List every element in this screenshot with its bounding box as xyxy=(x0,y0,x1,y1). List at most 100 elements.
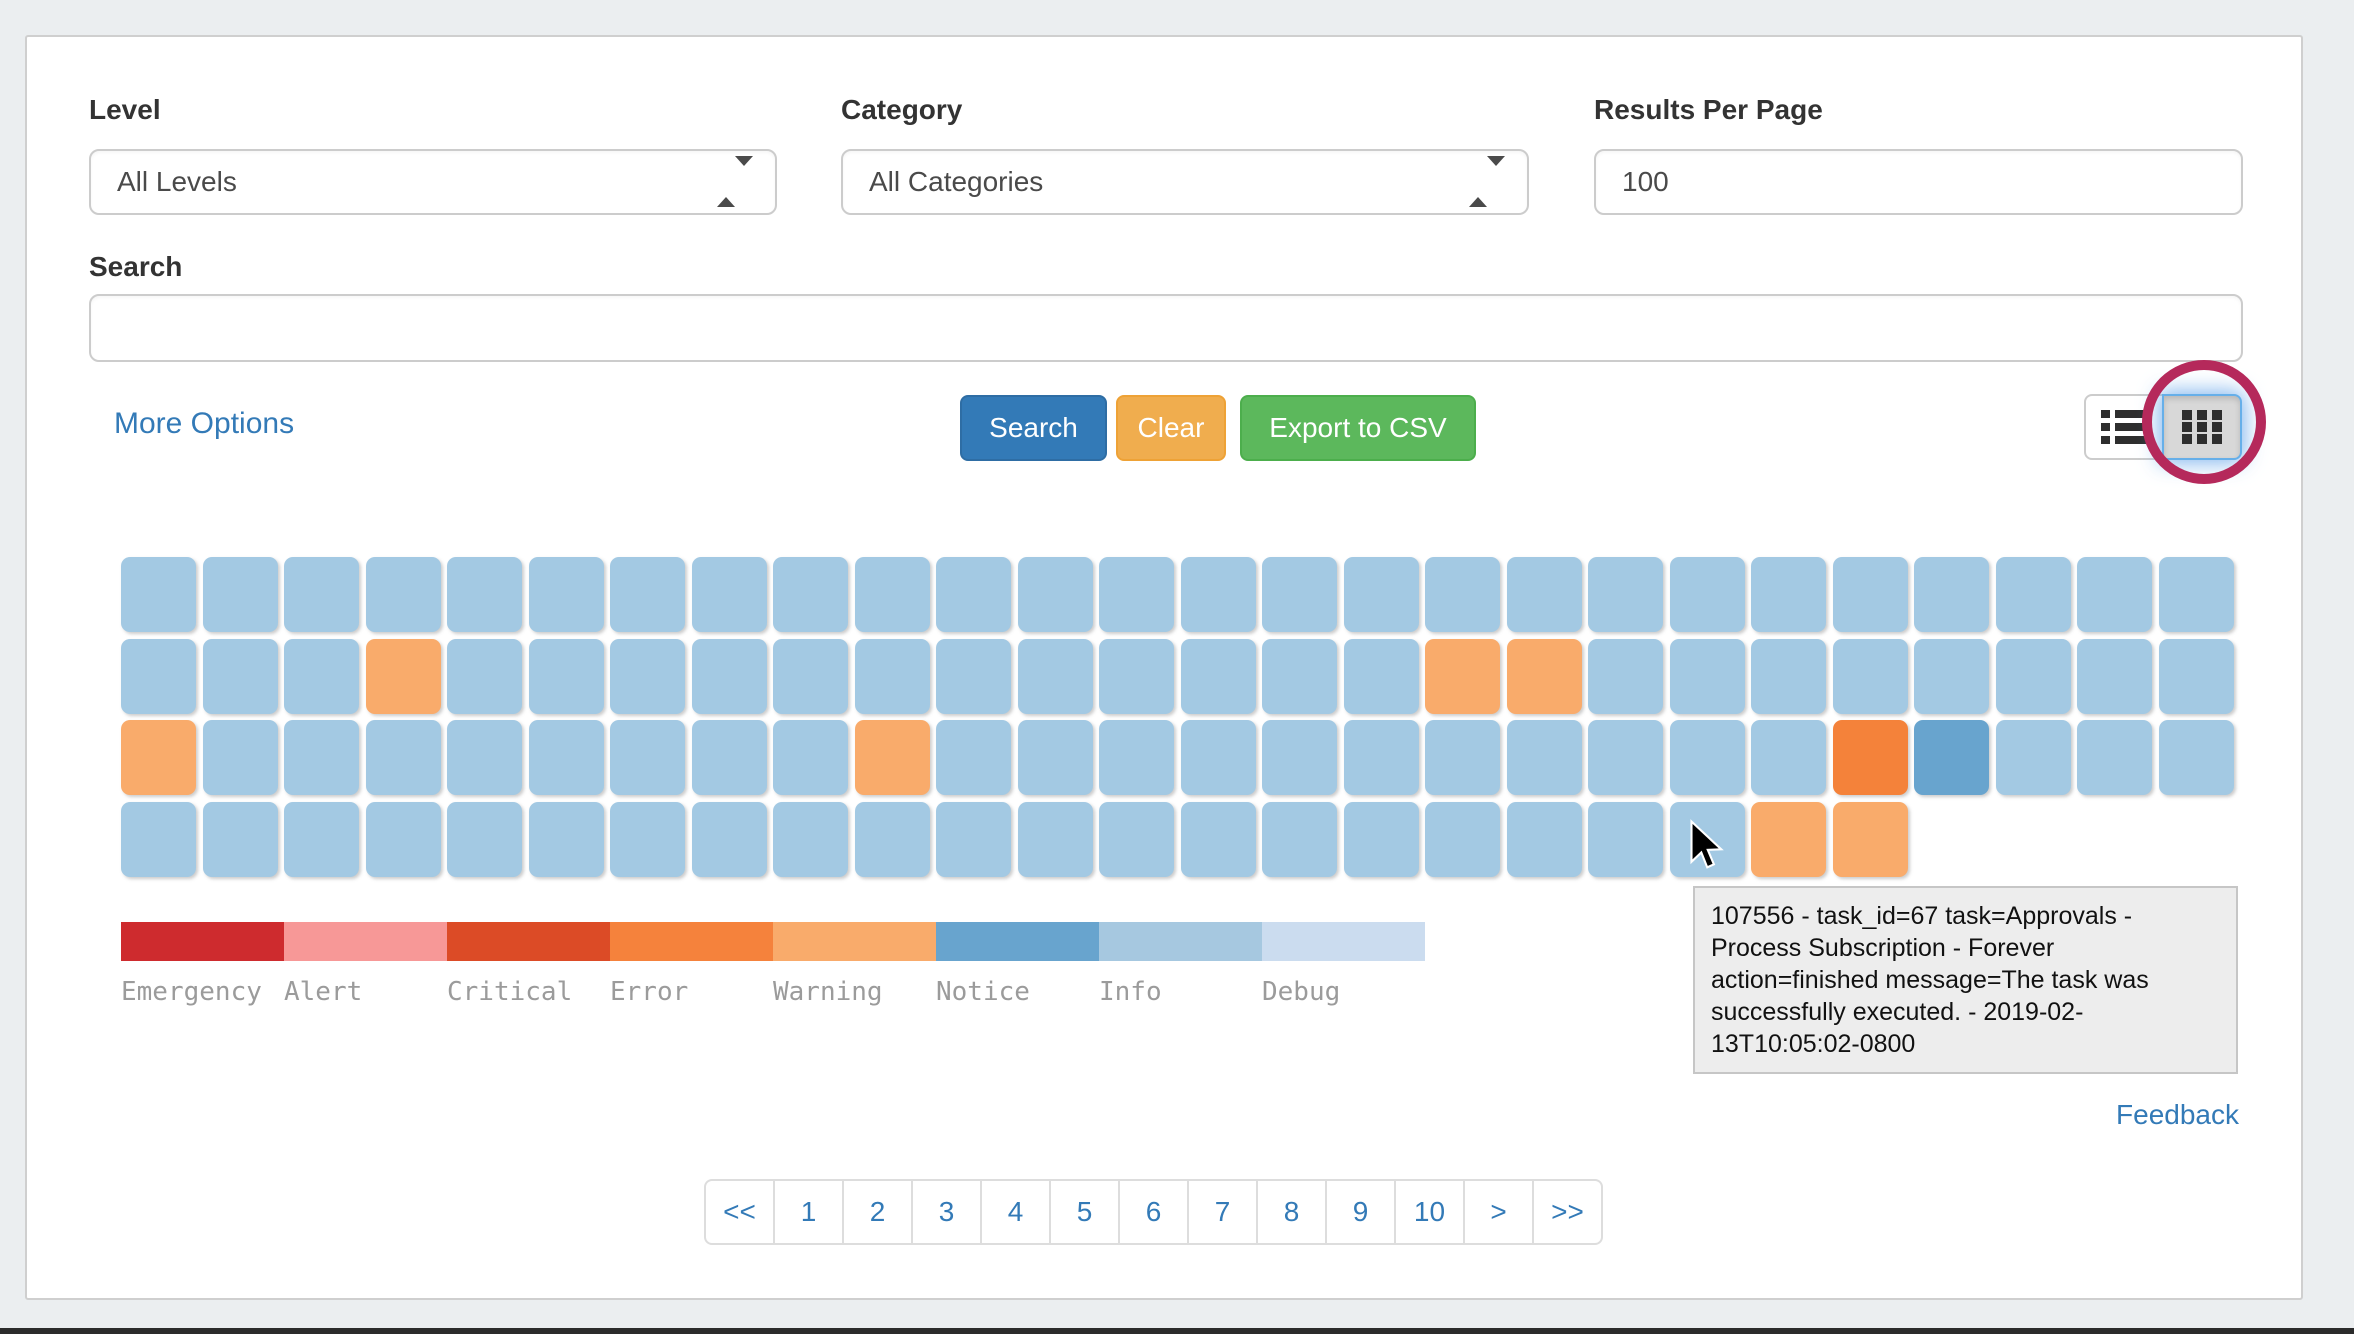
log-tile-r1-c24[interactable] xyxy=(1996,557,2071,632)
log-tile-r1-c3[interactable] xyxy=(284,557,359,632)
log-tile-r1-c22[interactable] xyxy=(1833,557,1908,632)
log-tile-r1-c13[interactable] xyxy=(1099,557,1174,632)
log-tile-r3-c15[interactable] xyxy=(1262,720,1337,795)
log-tile-r4-c1[interactable] xyxy=(121,802,196,877)
log-tile-r1-c6[interactable] xyxy=(529,557,604,632)
log-tile-r2-c8[interactable] xyxy=(692,639,767,714)
log-tile-r1-c9[interactable] xyxy=(773,557,848,632)
log-tile-r1-c2[interactable] xyxy=(203,557,278,632)
page-button-4[interactable]: 4 xyxy=(980,1179,1051,1245)
log-tile-r4-c2[interactable] xyxy=(203,802,278,877)
log-tile-r1-c12[interactable] xyxy=(1018,557,1093,632)
category-select[interactable]: All Categories xyxy=(841,149,1529,215)
page-button-6[interactable]: 6 xyxy=(1118,1179,1189,1245)
log-tile-r1-c8[interactable] xyxy=(692,557,767,632)
log-tile-r3-c3[interactable] xyxy=(284,720,359,795)
log-tile-r3-c21[interactable] xyxy=(1751,720,1826,795)
more-options-link[interactable]: More Options xyxy=(114,407,294,441)
log-tile-r1-c11[interactable] xyxy=(936,557,1011,632)
log-tile-r1-c10[interactable] xyxy=(855,557,930,632)
page-button-last[interactable]: >> xyxy=(1532,1179,1603,1245)
log-tile-r3-c12[interactable] xyxy=(1018,720,1093,795)
log-tile-r1-c21[interactable] xyxy=(1751,557,1826,632)
log-tile-r3-c19[interactable] xyxy=(1588,720,1663,795)
log-tile-r1-c26[interactable] xyxy=(2159,557,2234,632)
page-button-next[interactable]: > xyxy=(1463,1179,1534,1245)
log-tile-r2-c10[interactable] xyxy=(855,639,930,714)
log-tile-r2-c2[interactable] xyxy=(203,639,278,714)
log-tile-r2-c16[interactable] xyxy=(1344,639,1419,714)
log-tile-r3-c7[interactable] xyxy=(610,720,685,795)
log-tile-r2-c9[interactable] xyxy=(773,639,848,714)
log-tile-r4-c6[interactable] xyxy=(529,802,604,877)
log-tile-r4-c13[interactable] xyxy=(1099,802,1174,877)
log-tile-r1-c14[interactable] xyxy=(1181,557,1256,632)
log-tile-r2-c19[interactable] xyxy=(1588,639,1663,714)
page-button-8[interactable]: 8 xyxy=(1256,1179,1327,1245)
log-tile-r3-c5[interactable] xyxy=(447,720,522,795)
log-tile-r3-c9[interactable] xyxy=(773,720,848,795)
log-tile-r1-c25[interactable] xyxy=(2077,557,2152,632)
log-tile-r3-c11[interactable] xyxy=(936,720,1011,795)
clear-button[interactable]: Clear xyxy=(1116,395,1226,461)
results-per-page-input[interactable] xyxy=(1594,149,2243,215)
log-tile-r4-c4[interactable] xyxy=(366,802,441,877)
log-tile-r2-c11[interactable] xyxy=(936,639,1011,714)
page-button-9[interactable]: 9 xyxy=(1325,1179,1396,1245)
feedback-link[interactable]: Feedback xyxy=(2116,1099,2239,1131)
log-tile-r1-c18[interactable] xyxy=(1507,557,1582,632)
log-tile-r1-c16[interactable] xyxy=(1344,557,1419,632)
log-tile-r2-c3[interactable] xyxy=(284,639,359,714)
log-tile-r3-c18[interactable] xyxy=(1507,720,1582,795)
log-tile-r3-c10[interactable] xyxy=(855,720,930,795)
log-tile-r2-c17[interactable] xyxy=(1425,639,1500,714)
log-tile-r3-c1[interactable] xyxy=(121,720,196,795)
log-tile-r1-c1[interactable] xyxy=(121,557,196,632)
log-tile-r2-c13[interactable] xyxy=(1099,639,1174,714)
page-button-3[interactable]: 3 xyxy=(911,1179,982,1245)
log-tile-r2-c14[interactable] xyxy=(1181,639,1256,714)
log-tile-r4-c16[interactable] xyxy=(1344,802,1419,877)
log-tile-r2-c12[interactable] xyxy=(1018,639,1093,714)
log-tile-r4-c9[interactable] xyxy=(773,802,848,877)
log-tile-r4-c17[interactable] xyxy=(1425,802,1500,877)
log-tile-r2-c5[interactable] xyxy=(447,639,522,714)
log-tile-r3-c24[interactable] xyxy=(1996,720,2071,795)
search-button[interactable]: Search xyxy=(960,395,1107,461)
page-button-2[interactable]: 2 xyxy=(842,1179,913,1245)
log-tile-r2-c26[interactable] xyxy=(2159,639,2234,714)
search-input[interactable] xyxy=(89,294,2243,362)
log-tile-r4-c15[interactable] xyxy=(1262,802,1337,877)
page-button-5[interactable]: 5 xyxy=(1049,1179,1120,1245)
log-tile-r3-c16[interactable] xyxy=(1344,720,1419,795)
log-tile-r1-c19[interactable] xyxy=(1588,557,1663,632)
log-tile-r4-c14[interactable] xyxy=(1181,802,1256,877)
log-tile-r3-c6[interactable] xyxy=(529,720,604,795)
log-tile-r3-c17[interactable] xyxy=(1425,720,1500,795)
log-tile-r2-c18[interactable] xyxy=(1507,639,1582,714)
log-tile-r4-c5[interactable] xyxy=(447,802,522,877)
log-tile-r4-c10[interactable] xyxy=(855,802,930,877)
log-tile-r1-c4[interactable] xyxy=(366,557,441,632)
page-button-7[interactable]: 7 xyxy=(1187,1179,1258,1245)
log-tile-r3-c8[interactable] xyxy=(692,720,767,795)
log-tile-r3-c25[interactable] xyxy=(2077,720,2152,795)
log-tile-r1-c5[interactable] xyxy=(447,557,522,632)
export-csv-button[interactable]: Export to CSV xyxy=(1240,395,1476,461)
log-tile-r3-c26[interactable] xyxy=(2159,720,2234,795)
page-button-10[interactable]: 10 xyxy=(1394,1179,1465,1245)
log-tile-r2-c7[interactable] xyxy=(610,639,685,714)
log-tile-r2-c21[interactable] xyxy=(1751,639,1826,714)
log-tile-r2-c23[interactable] xyxy=(1914,639,1989,714)
log-tile-r3-c23[interactable] xyxy=(1914,720,1989,795)
page-button-first[interactable]: << xyxy=(704,1179,775,1245)
log-tile-r3-c4[interactable] xyxy=(366,720,441,795)
log-tile-r2-c20[interactable] xyxy=(1670,639,1745,714)
log-tile-r1-c17[interactable] xyxy=(1425,557,1500,632)
log-tile-r4-c3[interactable] xyxy=(284,802,359,877)
log-tile-r2-c1[interactable] xyxy=(121,639,196,714)
level-select[interactable]: All Levels xyxy=(89,149,777,215)
log-tile-r3-c14[interactable] xyxy=(1181,720,1256,795)
log-tile-r4-c12[interactable] xyxy=(1018,802,1093,877)
log-tile-r2-c25[interactable] xyxy=(2077,639,2152,714)
